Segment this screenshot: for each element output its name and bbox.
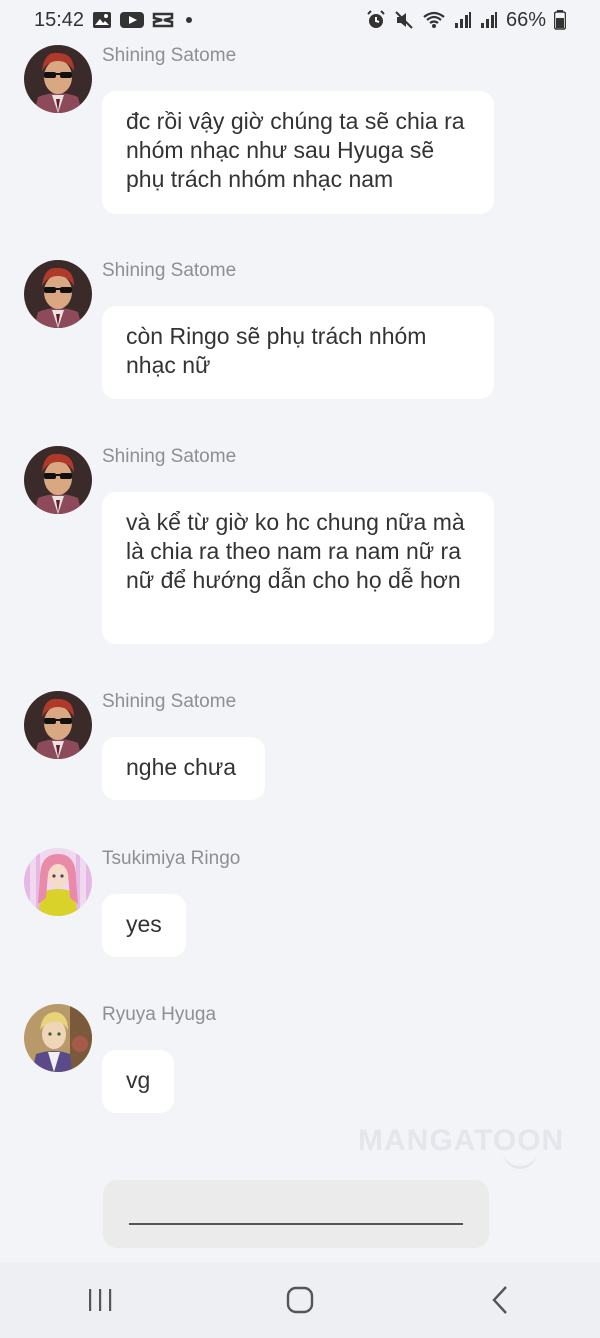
battery-percent: 66% bbox=[505, 8, 546, 31]
message-bubble: đc rồi vậy giờ chúng ta sẽ chia ra nhóm … bbox=[102, 91, 494, 214]
home-button[interactable] bbox=[270, 1275, 330, 1325]
satome-avatar[interactable] bbox=[24, 260, 92, 328]
capcut-icon bbox=[152, 11, 174, 29]
satome-avatar[interactable] bbox=[24, 446, 92, 514]
sender-name: Shining Satome bbox=[102, 45, 237, 66]
message-bubble: vg bbox=[102, 1050, 174, 1113]
sender-name: Shining Satome bbox=[102, 260, 237, 281]
status-bar: 15:42 66% bbox=[0, 0, 600, 40]
back-button[interactable] bbox=[470, 1275, 530, 1325]
message-bubble: nghe chưa bbox=[102, 737, 265, 800]
message-bubble: còn Ringo sẽ phụ trách nhóm nhạc nữ bbox=[102, 306, 494, 399]
youtube-icon bbox=[120, 11, 145, 29]
recent-apps-button[interactable] bbox=[70, 1275, 130, 1325]
notification-dot-icon bbox=[186, 17, 193, 23]
clock: 15:42 bbox=[34, 8, 85, 31]
message-input[interactable] bbox=[129, 1192, 463, 1224]
input-underline bbox=[129, 1223, 463, 1225]
message-input-box[interactable] bbox=[103, 1180, 489, 1248]
sender-name: Ryuya Hyuga bbox=[102, 1004, 217, 1025]
signal-icon bbox=[454, 11, 472, 29]
message-bubble: và kể từ giờ ko hc chung nữa mà là chia … bbox=[102, 492, 494, 644]
home-icon bbox=[286, 1286, 314, 1314]
sender-name: Shining Satome bbox=[102, 446, 237, 467]
watermark-smile-icon bbox=[503, 1152, 537, 1169]
signal-icon-2 bbox=[480, 11, 498, 29]
recent-apps-icon bbox=[89, 1289, 112, 1311]
wifi-icon bbox=[422, 10, 446, 30]
sender-name: Shining Satome bbox=[102, 691, 237, 712]
gallery-icon bbox=[92, 11, 112, 29]
battery-icon bbox=[554, 10, 566, 30]
navigation-bar bbox=[0, 1262, 600, 1338]
hyuga-avatar[interactable] bbox=[24, 1004, 92, 1072]
satome-avatar[interactable] bbox=[24, 691, 92, 759]
message-bubble: yes bbox=[102, 894, 186, 957]
ringo-avatar[interactable] bbox=[24, 848, 92, 916]
satome-avatar[interactable] bbox=[24, 45, 92, 113]
back-icon bbox=[492, 1286, 507, 1314]
mute-icon bbox=[394, 10, 414, 30]
sender-name: Tsukimiya Ringo bbox=[102, 848, 241, 869]
alarm-icon bbox=[366, 10, 386, 30]
